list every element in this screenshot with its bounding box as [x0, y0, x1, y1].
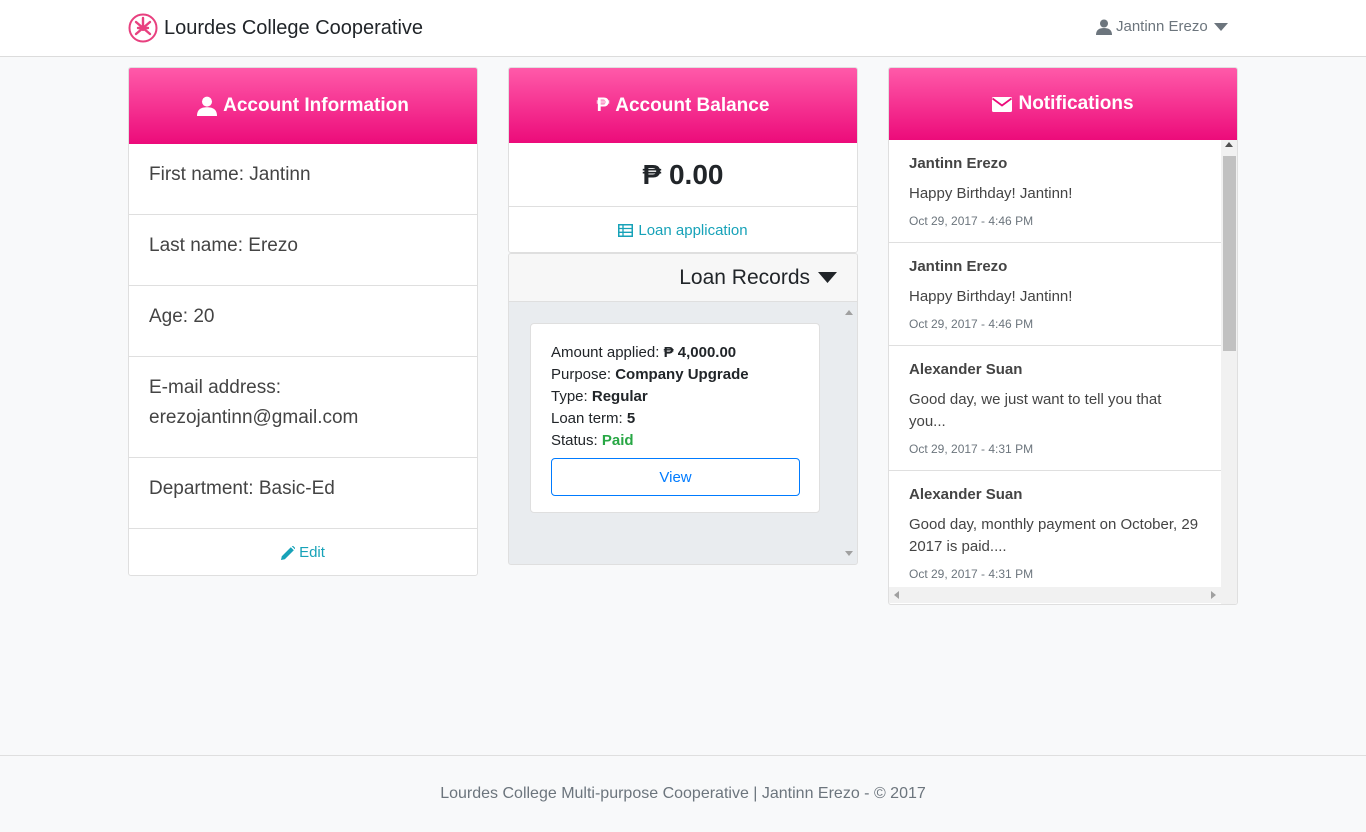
top-navbar: Lourdes College Cooperative Jantinn Erez…	[0, 0, 1366, 57]
loan-term-value: 5	[626, 410, 636, 427]
email-value: erezojantinn@gmail.com	[149, 407, 359, 428]
notifications-list[interactable]: Jantinn Erezo Happy Birthday! Jantinn! O…	[889, 140, 1221, 604]
cooperative-logo-icon	[128, 13, 158, 43]
footer-text: Lourdes College Multi-purpose Cooperativ…	[440, 785, 926, 802]
purpose-label: Purpose:	[551, 366, 612, 383]
notification-sender: Alexander Suan	[909, 361, 1023, 378]
scroll-left-arrow[interactable]	[894, 591, 899, 599]
loan-application-label: Loan application	[638, 221, 748, 239]
notification-message: Happy Birthday! Jantinn!	[909, 185, 1073, 202]
user-name: Jantinn Erezo	[1116, 18, 1208, 35]
status-label: Status:	[551, 432, 598, 449]
balance-amount: ₱ 0.00	[509, 143, 857, 207]
notification-item[interactable]: Alexander Suan Good day, monthly payment…	[889, 471, 1221, 596]
amount-applied-value: ₱ 4,000.00	[663, 344, 737, 361]
notifications-card: Notifications Jantinn Erezo Happy Birthd…	[888, 67, 1238, 605]
notifications-vertical-scrollbar[interactable]	[1221, 140, 1237, 604]
pencil-icon	[281, 545, 296, 560]
user-icon	[1096, 19, 1112, 35]
department-row: Department: Basic-Ed	[129, 458, 477, 529]
notification-sender: Jantinn Erezo	[909, 155, 1008, 172]
purpose-value: Company Upgrade	[615, 366, 749, 383]
first-name-row: First name: Jantinn	[129, 144, 477, 215]
view-loan-button[interactable]: View	[551, 458, 800, 496]
loan-record-card: Amount applied: ₱ 4,000.00 Purpose: Comp…	[530, 323, 820, 513]
email-label: E-mail address:	[149, 377, 281, 398]
notification-item[interactable]: Jantinn Erezo Happy Birthday! Jantinn! O…	[889, 140, 1221, 243]
loan-records-toggle[interactable]: Loan Records	[509, 254, 857, 302]
notification-time: Oct 29, 2017 - 4:31 PM	[909, 567, 1034, 581]
notification-message: Good day, we just want to tell you that …	[909, 391, 1162, 430]
last-name-row: Last name: Erezo	[129, 215, 477, 286]
notification-sender: Jantinn Erezo	[909, 258, 1008, 275]
user-menu-dropdown[interactable]: Jantinn Erezo	[1096, 18, 1228, 35]
brand-link[interactable]: Lourdes College Cooperative	[128, 12, 423, 44]
status-line: Status: Paid	[551, 430, 799, 452]
scroll-up-arrow[interactable]	[1225, 142, 1233, 147]
notification-item[interactable]: Alexander Suan Good day, we just want to…	[889, 346, 1221, 471]
status-badge: Paid	[601, 432, 634, 449]
account-balance-header: ₱ Account Balance	[509, 68, 857, 143]
notification-item[interactable]: Jantinn Erezo Happy Birthday! Jantinn! O…	[889, 243, 1221, 346]
purpose-line: Purpose: Company Upgrade	[551, 364, 799, 386]
caret-down-icon	[1213, 22, 1228, 31]
amount-applied-line: Amount applied: ₱ 4,000.00	[551, 342, 799, 364]
type-value: Regular	[591, 388, 648, 405]
loan-records-title: Loan Records	[679, 265, 810, 289]
notification-sender: Alexander Suan	[909, 486, 1023, 503]
loan-term-label: Loan term:	[551, 410, 623, 427]
scrollbar-thumb[interactable]	[1223, 156, 1236, 351]
scroll-down-arrow[interactable]	[845, 551, 853, 556]
notification-time: Oct 29, 2017 - 4:46 PM	[909, 214, 1034, 228]
notifications-title: Notifications	[1018, 93, 1134, 114]
scroll-up-arrow[interactable]	[845, 310, 853, 315]
account-information-card: Account Information First name: Jantinn …	[128, 67, 478, 576]
notifications-horizontal-scrollbar[interactable]	[889, 587, 1221, 603]
type-line: Type: Regular	[551, 386, 799, 408]
table-icon	[618, 223, 634, 237]
page-footer: Lourdes College Multi-purpose Cooperativ…	[0, 755, 1366, 832]
edit-label: Edit	[299, 544, 325, 561]
envelope-icon	[992, 96, 1013, 112]
amount-applied-label: Amount applied:	[551, 344, 660, 361]
loan-application-link[interactable]: Loan application	[509, 207, 857, 252]
type-label: Type:	[551, 388, 588, 405]
account-balance-card: ₱ Account Balance ₱ 0.00 Loan applicatio…	[508, 67, 858, 253]
peso-icon: ₱	[596, 94, 610, 116]
notification-message: Good day, monthly payment on October, 29…	[909, 516, 1199, 555]
account-information-title: Account Information	[223, 95, 409, 116]
scroll-right-arrow[interactable]	[1211, 591, 1216, 599]
loan-term-line: Loan term: 5	[551, 408, 799, 430]
notifications-header: Notifications	[889, 68, 1237, 140]
age-row: Age: 20	[129, 286, 477, 357]
email-row: E-mail address: erezojantinn@gmail.com	[129, 357, 477, 458]
account-information-header: Account Information	[129, 68, 477, 144]
loan-records-panel: Loan Records Amount applied: ₱ 4,000.00 …	[508, 253, 858, 565]
edit-link[interactable]: Edit	[129, 529, 477, 575]
account-balance-title: Account Balance	[615, 94, 770, 116]
notification-time: Oct 29, 2017 - 4:46 PM	[909, 317, 1034, 331]
brand-name: Lourdes College Cooperative	[164, 16, 424, 39]
notification-time: Oct 29, 2017 - 4:31 PM	[909, 442, 1034, 456]
user-icon	[197, 96, 218, 116]
notification-message: Happy Birthday! Jantinn!	[909, 288, 1073, 305]
caret-down-icon	[818, 272, 837, 283]
